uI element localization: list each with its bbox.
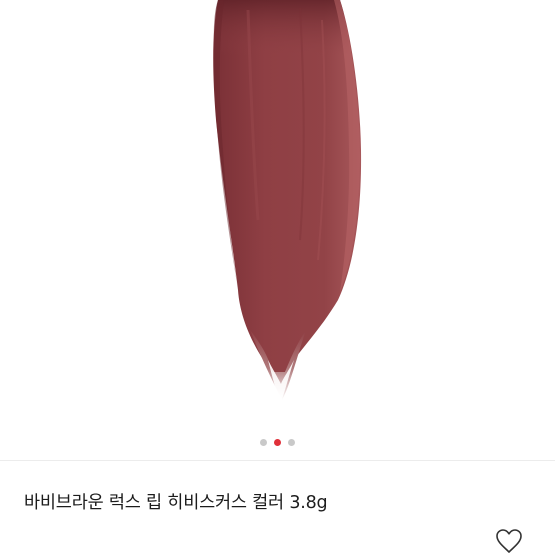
- gallery-pagination: [0, 436, 555, 448]
- lipstick-swatch-image: [213, 0, 362, 402]
- wishlist-button[interactable]: [494, 527, 524, 555]
- product-detail-page: 바비브라운 럭스 립 히비스커스 컬러 3.8g: [0, 0, 555, 555]
- product-image-gallery[interactable]: [0, 0, 555, 458]
- product-title: 바비브라운 럭스 립 히비스커스 컬러 3.8g: [24, 493, 328, 513]
- gallery-dot-2-active[interactable]: [274, 438, 281, 446]
- section-divider: [0, 460, 555, 461]
- heart-outline-icon: [496, 529, 522, 553]
- gallery-dot-1[interactable]: [260, 438, 267, 446]
- gallery-dot-3[interactable]: [288, 438, 295, 446]
